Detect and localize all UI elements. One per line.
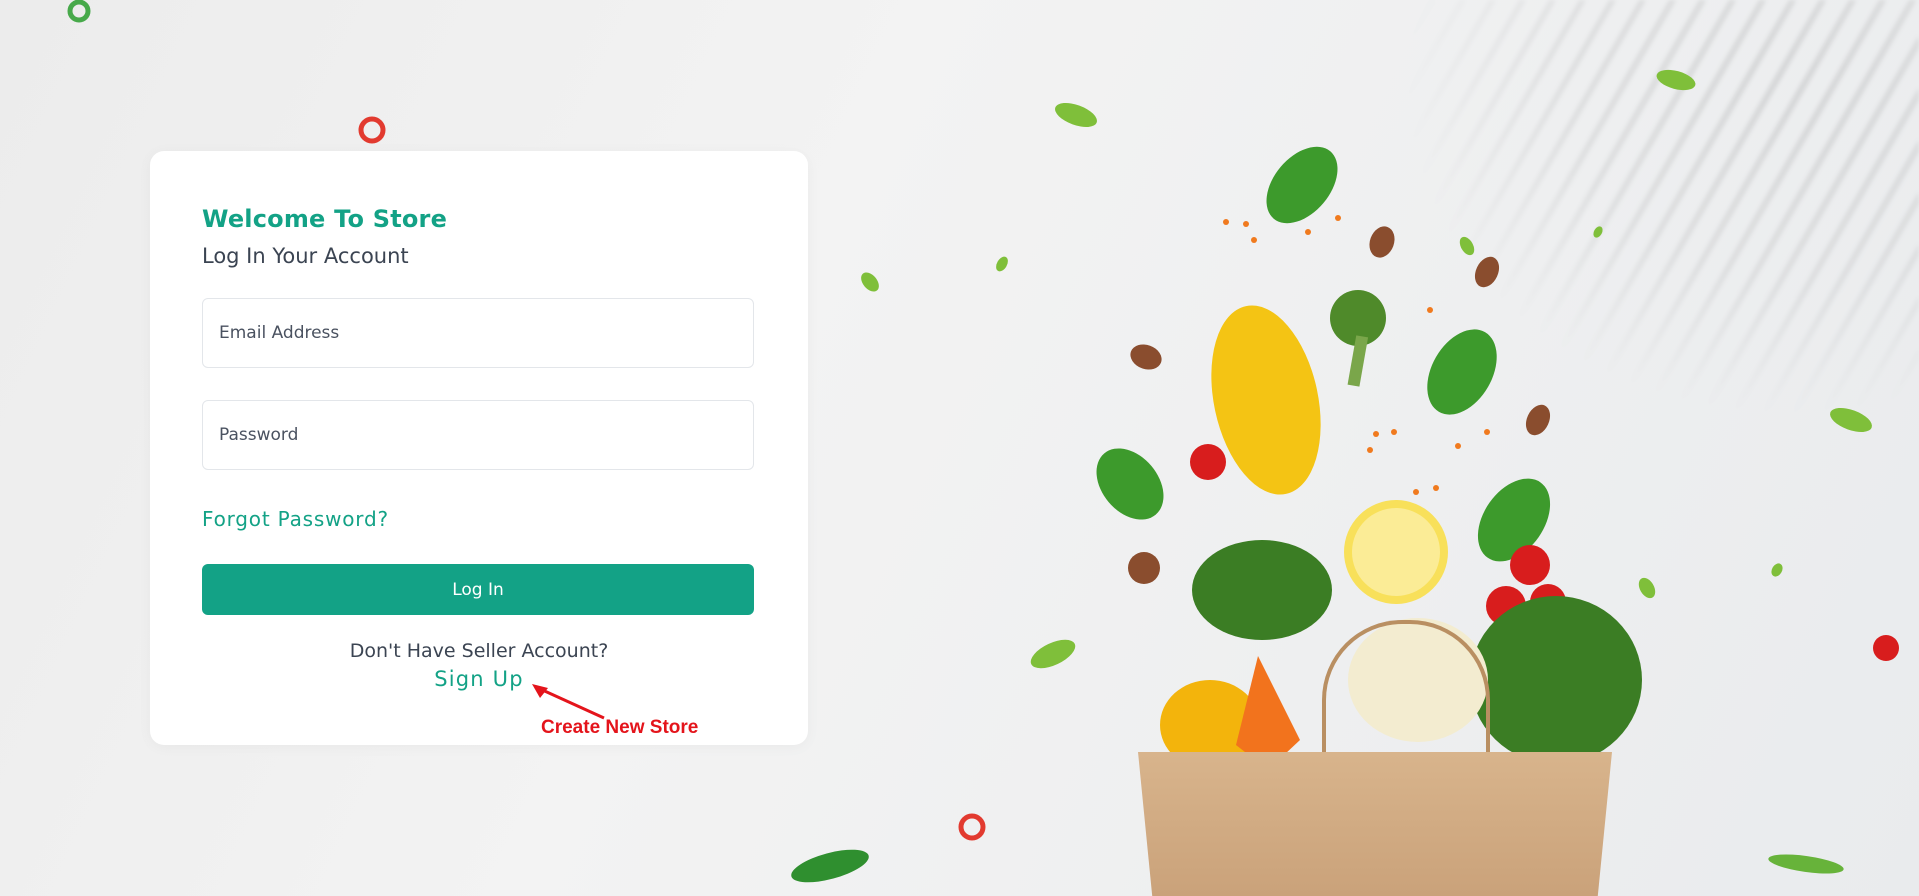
paper-bag xyxy=(1138,752,1612,896)
email-field xyxy=(202,298,754,368)
welcome-title: Welcome To Store xyxy=(202,205,448,233)
forgot-password-link[interactable]: Forgot Password? xyxy=(202,507,389,531)
password-field xyxy=(202,400,754,470)
password-input[interactable] xyxy=(203,401,753,469)
login-subtitle: Log In Your Account xyxy=(202,244,409,268)
login-card: Welcome To Store Log In Your Account For… xyxy=(150,151,808,745)
email-input[interactable] xyxy=(203,299,753,367)
signup-label[interactable]: Sign Up xyxy=(434,667,524,691)
annotation-label: Create New Store xyxy=(541,717,699,738)
no-account-text: Don't Have Seller Account? xyxy=(349,640,609,662)
bag-handle xyxy=(1322,620,1490,760)
signup-link[interactable]: Sign Up xyxy=(150,667,808,691)
login-button[interactable]: Log In xyxy=(202,564,754,615)
